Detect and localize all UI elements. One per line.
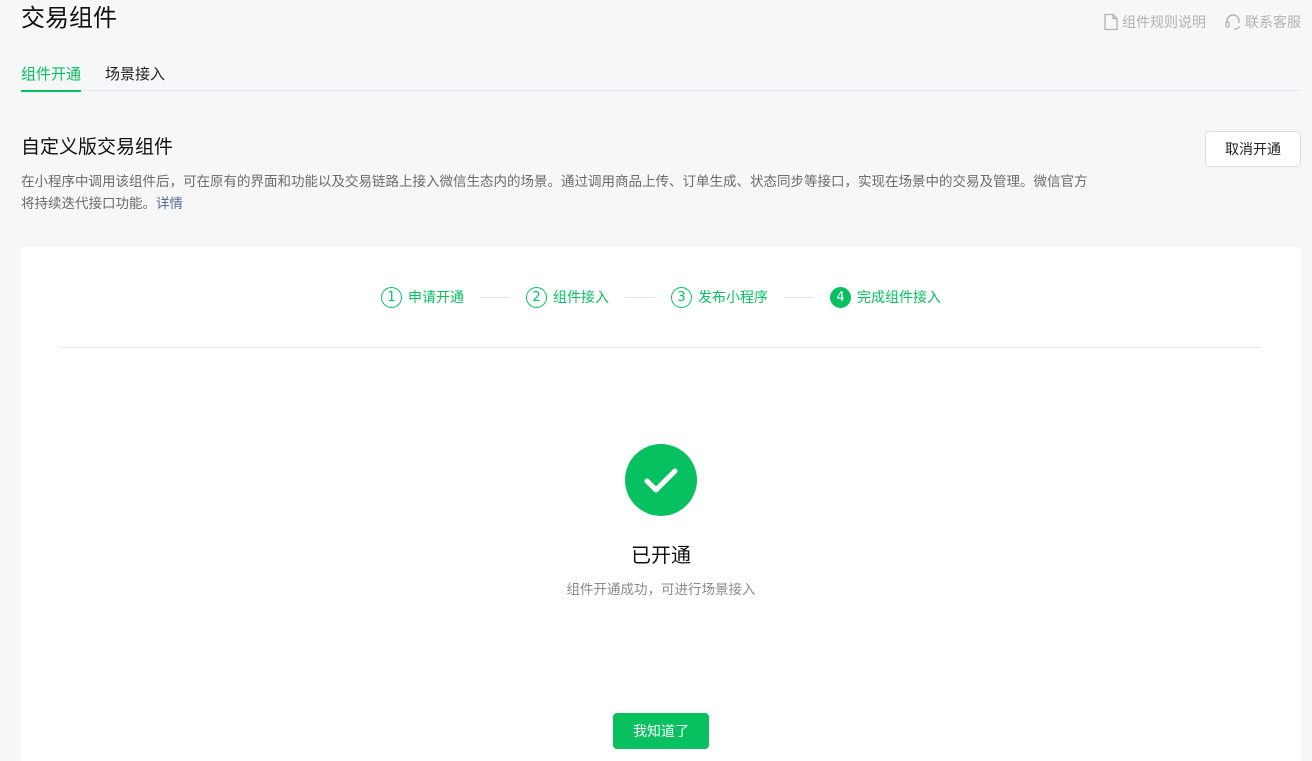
step-connector xyxy=(480,296,510,298)
section-description: 在小程序中调用该组件后，可在原有的界面和功能以及交易链路上接入微信生态内的场景。… xyxy=(21,171,1096,215)
result-description: 组件开通成功，可进行场景接入 xyxy=(566,582,756,598)
step-apply: 1 申请开通 xyxy=(381,286,464,308)
step-connector xyxy=(625,296,655,298)
step-number: 2 xyxy=(526,286,547,308)
step-number: 1 xyxy=(381,286,402,308)
activation-card: 1 申请开通 2 组件接入 3 发布小程序 4 完成组件接入 已开通 组件开通成… xyxy=(21,247,1301,761)
cancel-activation-button[interactable]: 取消开通 xyxy=(1205,131,1301,167)
tab-component-activation[interactable]: 组件开通 xyxy=(21,60,82,92)
step-label: 发布小程序 xyxy=(698,290,768,306)
customer-service-label: 联系客服 xyxy=(1245,15,1301,31)
step-number: 4 xyxy=(830,286,851,308)
tab-bar: 组件开通 场景接入 xyxy=(21,60,1301,92)
step-publish: 3 发布小程序 xyxy=(671,286,768,308)
step-number: 3 xyxy=(671,286,692,308)
page: 交易组件 组件规则说明 联系客服 组件开通 场景接入 自定义版交易组件 在小程序… xyxy=(0,0,1312,761)
step-complete: 4 完成组件接入 xyxy=(830,286,941,308)
rules-link[interactable]: 组件规则说明 xyxy=(1103,12,1206,32)
step-label: 组件接入 xyxy=(553,290,609,306)
tab-scene-integration[interactable]: 场景接入 xyxy=(105,60,165,91)
rules-link-label: 组件规则说明 xyxy=(1122,15,1206,31)
header-links: 组件规则说明 联系客服 xyxy=(1103,12,1301,32)
card-divider xyxy=(61,347,1261,348)
step-indicator: 1 申请开通 2 组件接入 3 发布小程序 4 完成组件接入 xyxy=(21,286,1301,308)
step-connector xyxy=(784,296,814,298)
section-title: 自定义版交易组件 xyxy=(21,136,174,158)
step-integrate: 2 组件接入 xyxy=(526,286,609,308)
acknowledge-button[interactable]: 我知道了 xyxy=(613,713,709,749)
document-icon xyxy=(1103,13,1119,31)
detail-link[interactable]: 详情 xyxy=(156,196,183,212)
step-label: 申请开通 xyxy=(408,290,464,306)
headset-icon xyxy=(1224,13,1242,31)
step-label: 完成组件接入 xyxy=(857,290,941,306)
page-title: 交易组件 xyxy=(21,4,117,32)
result-title: 已开通 xyxy=(631,543,691,567)
check-circle-icon xyxy=(625,444,697,516)
customer-service-link[interactable]: 联系客服 xyxy=(1224,12,1301,32)
